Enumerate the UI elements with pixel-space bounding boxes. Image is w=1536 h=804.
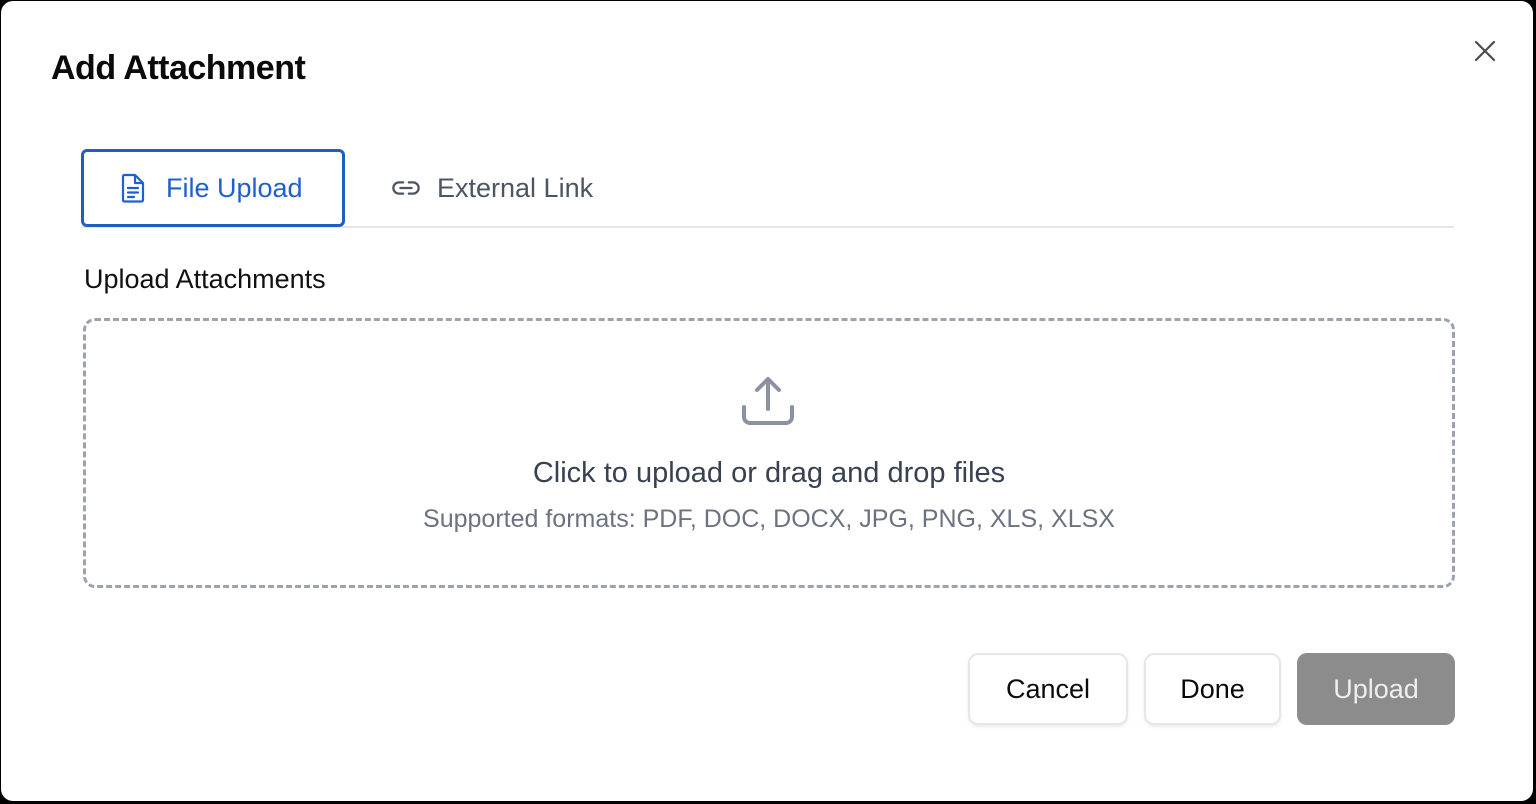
upload-icon — [742, 377, 794, 425]
done-button[interactable]: Done — [1144, 653, 1281, 725]
document-icon — [118, 173, 148, 203]
close-icon — [1474, 40, 1496, 62]
tab-file-upload[interactable]: File Upload — [81, 149, 345, 227]
add-attachment-dialog: Add Attachment File Upload External Link… — [1, 1, 1533, 801]
supported-formats: Supported formats: PDF, DOC, DOCX, JPG, … — [423, 505, 1115, 533]
close-button[interactable] — [1469, 35, 1501, 67]
dropzone-instructions: Click to upload or drag and drop files — [532, 457, 1006, 489]
tab-file-upload-label: File Upload — [166, 172, 303, 203]
cancel-button[interactable]: Cancel — [968, 653, 1128, 725]
attachment-tabs: File Upload External Link — [81, 149, 1454, 228]
tab-external-link[interactable]: External Link — [387, 149, 647, 227]
dialog-title: Add Attachment — [51, 49, 306, 87]
tab-external-link-label: External Link — [437, 172, 594, 203]
link-icon — [391, 173, 421, 203]
file-dropzone[interactable]: Click to upload or drag and drop files S… — [83, 318, 1455, 588]
upload-section-label: Upload Attachments — [84, 264, 326, 294]
upload-button[interactable]: Upload — [1297, 653, 1455, 725]
